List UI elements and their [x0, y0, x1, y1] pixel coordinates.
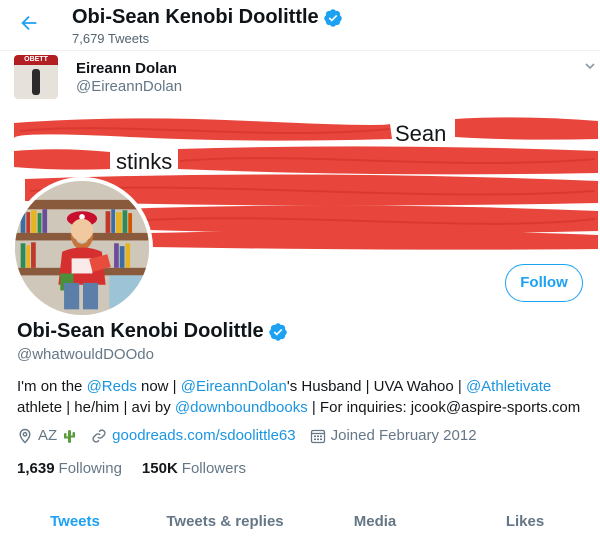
calendar-icon — [310, 428, 326, 444]
location-item: AZ — [17, 427, 77, 444]
follow-button[interactable]: Follow — [505, 264, 583, 302]
tab-tweets-and-replies[interactable]: Tweets & replies — [150, 500, 300, 544]
followers-link[interactable]: 150K Followers — [142, 460, 246, 477]
mention-eireanndolan-link[interactable]: @EireannDolan — [181, 378, 287, 395]
profile-meta: AZ goodreads.com/sdoolittle63 Joined Feb… — [17, 427, 491, 444]
mention-reds-link[interactable]: @Reds — [87, 378, 137, 395]
header-name: Obi-Sean Kenobi Doolittle — [72, 6, 319, 28]
followers-label: Followers — [181, 460, 246, 477]
profile-avatar[interactable] — [11, 177, 153, 319]
link-icon — [91, 428, 107, 444]
followers-count: 150K — [141, 460, 178, 477]
profile-name: Obi-Sean Kenobi Doolittle — [17, 320, 264, 342]
location-text: AZ — [38, 427, 58, 444]
profile-handle: @whatwouldDOOdo — [17, 346, 154, 363]
verified-badge-icon — [268, 322, 288, 342]
bio-text: | For inquiries: jcook@aspire-sports.com — [307, 399, 581, 416]
bio-text: I'm on the — [17, 378, 87, 395]
back-button[interactable] — [18, 12, 42, 36]
profile-name-row: Obi-Sean Kenobi Doolittle — [17, 320, 288, 343]
following-count: 1,639 — [17, 460, 55, 477]
profile-bio: I'm on the @Reds now | @EireannDolan's H… — [17, 376, 597, 418]
bio-text: 's Husband | UVA Wahoo | — [286, 378, 466, 395]
tab-media[interactable]: Media — [300, 500, 450, 544]
website-link[interactable]: goodreads.com/sdoolittle63 — [112, 427, 295, 444]
bio-text: now | — [136, 378, 181, 395]
following-label: Following — [58, 460, 122, 477]
follow-stats: 1,639 Following 150K Followers — [17, 460, 266, 477]
arrow-left-icon — [21, 15, 37, 31]
profile-header-bar: Obi-Sean Kenobi Doolittle 7,679 Tweets — [0, 0, 600, 50]
joined-item: Joined February 2012 — [310, 427, 477, 444]
following-link[interactable]: 1,639 Following — [17, 460, 122, 477]
tweet-count: 7,679 Tweets — [72, 31, 150, 46]
tab-tweets[interactable]: Tweets — [0, 500, 150, 544]
cactus-icon — [61, 428, 77, 444]
location-pin-icon — [17, 428, 33, 444]
mention-athletivate-link[interactable]: @Athletivate — [466, 378, 551, 395]
verified-badge-icon — [323, 8, 343, 28]
mention-downboundbooks-link[interactable]: @downboundbooks — [175, 399, 308, 416]
header-title: Obi-Sean Kenobi Doolittle — [72, 6, 343, 29]
tab-likes[interactable]: Likes — [450, 500, 600, 544]
profile-tabs: Tweets Tweets & replies Media Likes — [0, 500, 600, 544]
joined-text: Joined February 2012 — [330, 427, 477, 444]
website-item[interactable]: goodreads.com/sdoolittle63 — [91, 427, 296, 444]
bio-text: athlete | he/him | avi by — [17, 399, 175, 416]
